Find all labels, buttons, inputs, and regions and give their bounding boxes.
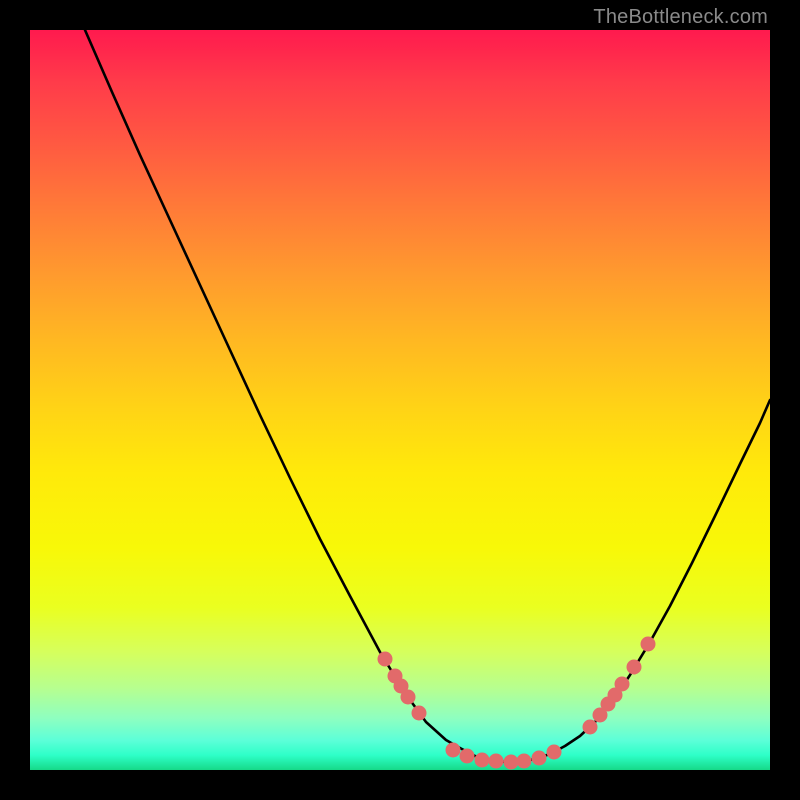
watermark-text: TheBottleneck.com [593, 6, 768, 29]
data-point [504, 755, 519, 770]
data-point [401, 690, 416, 705]
data-point [641, 637, 656, 652]
scatter-left [378, 652, 427, 721]
plot-area [30, 30, 770, 770]
data-point [517, 754, 532, 769]
data-point [378, 652, 393, 667]
data-point [475, 753, 490, 768]
data-point [547, 745, 562, 760]
data-point [460, 749, 475, 764]
data-point [627, 660, 642, 675]
scatter-bottom [446, 743, 562, 770]
chart-svg [30, 30, 770, 770]
data-point [489, 754, 504, 769]
data-point [615, 677, 630, 692]
data-point [446, 743, 461, 758]
data-point [412, 706, 427, 721]
data-point [532, 751, 547, 766]
data-point [583, 720, 598, 735]
bottleneck-curve [85, 30, 770, 762]
chart-frame: TheBottleneck.com [0, 0, 800, 800]
